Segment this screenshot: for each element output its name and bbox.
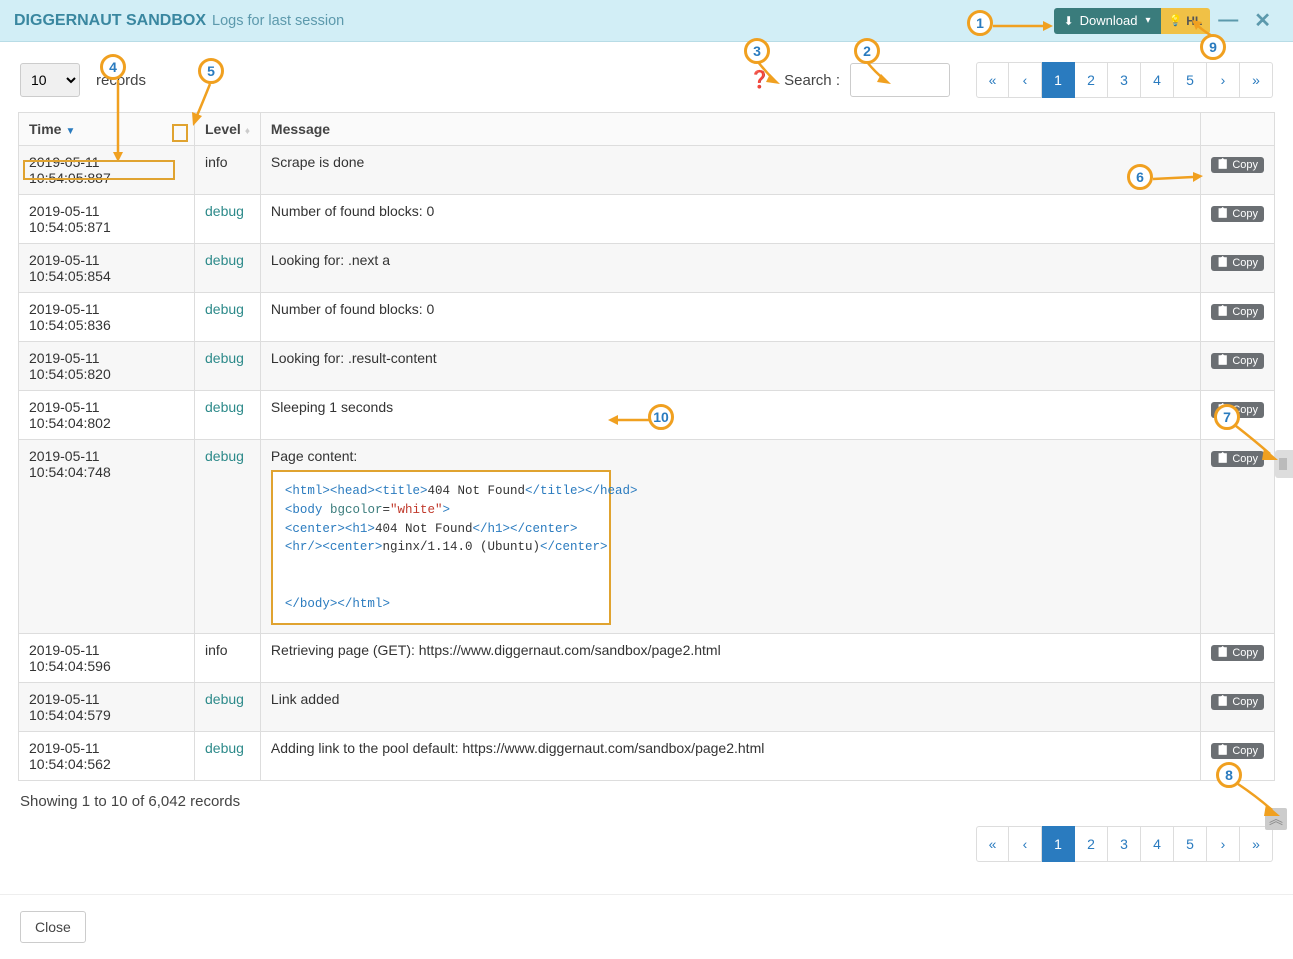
search-input[interactable] — [850, 63, 950, 97]
table-row: 2019-05-11 10:54:04:596 info Retrieving pa… — [19, 634, 1275, 683]
cell-time: 2019-05-11 10:54:04:579 — [19, 683, 195, 732]
page-5[interactable]: 5 — [1174, 826, 1207, 862]
level-badge: debug — [205, 448, 244, 464]
table-row: 2019-05-11 10:54:04:579 debug Link added Co… — [19, 683, 1275, 732]
panel-header: DIGGERNAUT SANDBOX Logs for last session… — [0, 0, 1293, 42]
page-3[interactable]: 3 — [1108, 826, 1141, 862]
close-button[interactable]: Close — [20, 911, 86, 943]
cell-message: Link added — [260, 683, 1200, 732]
copy-button[interactable]: Copy — [1211, 255, 1264, 271]
level-badge: debug — [205, 399, 244, 415]
table-row: 2019-05-11 10:54:05:820 debug Looking for:… — [19, 342, 1275, 391]
cell-message: Number of found blocks: 0 — [260, 195, 1200, 244]
table-row: 2019-05-11 10:54:04:802 debug Sleeping 1 s… — [19, 391, 1275, 440]
pagination-top: «‹12345›» — [976, 62, 1273, 98]
logs-table: Time▼ Level♦ Message 2019-05-11 10:54:05… — [18, 112, 1275, 781]
level-badge: debug — [205, 740, 244, 756]
level-badge: debug — [205, 203, 244, 219]
table-row: 2019-05-11 10:54:05:854 debug Looking for:… — [19, 244, 1275, 293]
cell-message: Sleeping 1 seconds — [260, 391, 1200, 440]
table-row: 2019-05-11 10:54:05:887 info Scrape is don… — [19, 146, 1275, 195]
page-nav[interactable]: » — [1240, 62, 1273, 98]
cell-time: 2019-05-11 10:54:04:748 — [19, 440, 195, 634]
level-badge: debug — [205, 350, 244, 366]
table-row: 2019-05-11 10:54:05:871 debug Number of fo… — [19, 195, 1275, 244]
count-info: Showing 1 to 10 of 6,042 records — [0, 781, 1293, 822]
pagination-bottom: «‹12345›» — [976, 826, 1273, 862]
page-nav[interactable]: ‹ — [1009, 62, 1042, 98]
page-nav[interactable]: ‹ — [1009, 826, 1042, 862]
cell-message: Retrieving page (GET): https://www.digge… — [260, 634, 1200, 683]
scrollbar-thumb[interactable] — [1275, 450, 1293, 478]
level-badge: debug — [205, 301, 244, 317]
level-badge: info — [205, 154, 228, 170]
cell-time: 2019-05-11 10:54:04:596 — [19, 634, 195, 683]
toolbar: 10 records ❓ Search : «‹12345›» — [0, 42, 1293, 108]
scroll-top-button[interactable]: ︽ — [1265, 808, 1287, 830]
level-badge: debug — [205, 691, 244, 707]
search-help-icon[interactable]: ❓ — [749, 70, 770, 90]
records-select[interactable]: 10 — [20, 63, 80, 97]
page-2[interactable]: 2 — [1075, 62, 1108, 98]
cell-message: Page content:<html><head><title>404 Not … — [260, 440, 1200, 634]
copy-button[interactable]: Copy — [1211, 451, 1264, 467]
page-nav[interactable]: « — [976, 826, 1009, 862]
col-time[interactable]: Time▼ — [19, 113, 195, 146]
cell-message: Number of found blocks: 0 — [260, 293, 1200, 342]
cell-time: 2019-05-11 10:54:05:871 — [19, 195, 195, 244]
col-level[interactable]: Level♦ — [195, 113, 261, 146]
page-4[interactable]: 4 — [1141, 826, 1174, 862]
page-nav[interactable]: › — [1207, 826, 1240, 862]
page-nav[interactable]: › — [1207, 62, 1240, 98]
cell-time: 2019-05-11 10:54:05:887 — [19, 146, 195, 195]
copy-button[interactable]: Copy — [1211, 206, 1264, 222]
copy-button[interactable]: Copy — [1211, 743, 1264, 759]
page-1[interactable]: 1 — [1042, 826, 1075, 862]
download-button[interactable]: Download — [1054, 8, 1161, 34]
page-3[interactable]: 3 — [1108, 62, 1141, 98]
page-5[interactable]: 5 — [1174, 62, 1207, 98]
minimize-button[interactable]: — — [1210, 9, 1246, 32]
cell-time: 2019-05-11 10:54:04:802 — [19, 391, 195, 440]
level-badge: debug — [205, 252, 244, 268]
page-2[interactable]: 2 — [1075, 826, 1108, 862]
cell-message: Looking for: .result-content — [260, 342, 1200, 391]
cell-time: 2019-05-11 10:54:05:836 — [19, 293, 195, 342]
search-label: Search : — [784, 72, 840, 89]
sort-icon: ♦ — [245, 126, 250, 137]
cell-time: 2019-05-11 10:54:04:562 — [19, 732, 195, 781]
copy-button[interactable]: Copy — [1211, 157, 1264, 173]
col-message[interactable]: Message — [260, 113, 1200, 146]
copy-button[interactable]: Copy — [1211, 645, 1264, 661]
table-row: 2019-05-11 10:54:04:562 debug Adding link … — [19, 732, 1275, 781]
page-nav[interactable]: » — [1240, 826, 1273, 862]
page-4[interactable]: 4 — [1141, 62, 1174, 98]
sort-desc-icon: ▼ — [65, 126, 75, 137]
cell-message: Adding link to the pool default: https:/… — [260, 732, 1200, 781]
copy-button[interactable]: Copy — [1211, 353, 1264, 369]
table-row: 2019-05-11 10:54:04:748 debug Page content… — [19, 440, 1275, 634]
copy-button[interactable]: Copy — [1211, 694, 1264, 710]
page-1[interactable]: 1 — [1042, 62, 1075, 98]
records-label: records — [96, 72, 146, 89]
copy-button[interactable]: Copy — [1211, 304, 1264, 320]
highlight-button[interactable]: HL — [1161, 8, 1211, 34]
close-x-button[interactable]: ✕ — [1246, 8, 1279, 33]
col-actions — [1200, 113, 1274, 146]
panel-subtitle: Logs for last session — [212, 13, 344, 29]
panel-title: DIGGERNAUT SANDBOX — [14, 12, 206, 30]
table-row: 2019-05-11 10:54:05:836 debug Number of fo… — [19, 293, 1275, 342]
page-nav[interactable]: « — [976, 62, 1009, 98]
code-box: <html><head><title>404 Not Found</title>… — [271, 470, 611, 625]
cell-message: Looking for: .next a — [260, 244, 1200, 293]
cell-time: 2019-05-11 10:54:05:820 — [19, 342, 195, 391]
cell-time: 2019-05-11 10:54:05:854 — [19, 244, 195, 293]
copy-button[interactable]: Copy — [1211, 402, 1264, 418]
cell-message: Scrape is done — [260, 146, 1200, 195]
level-badge: info — [205, 642, 228, 658]
